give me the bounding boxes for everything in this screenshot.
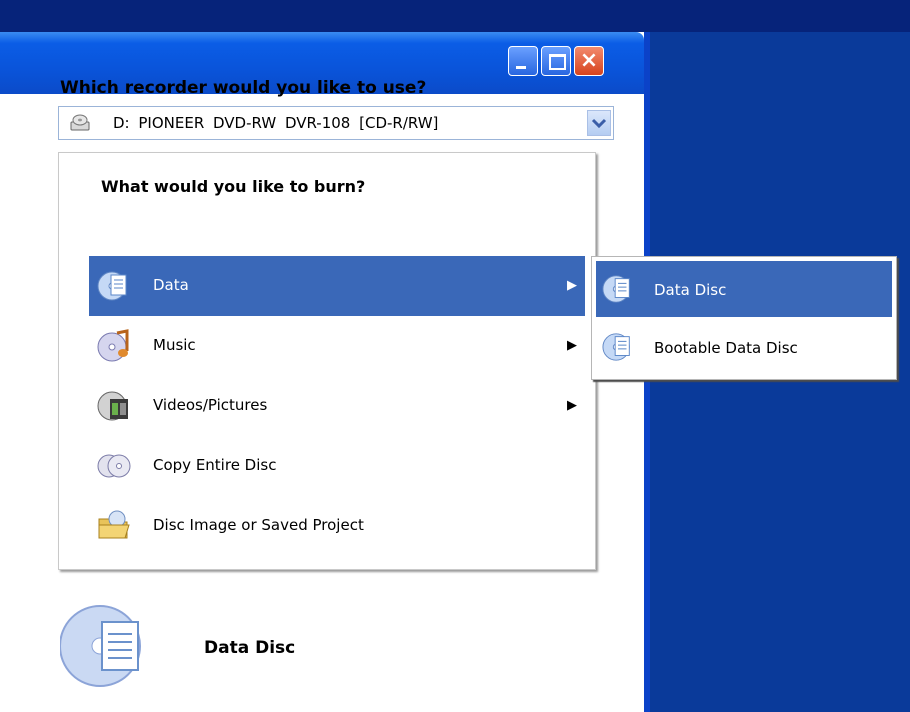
- menu-item-label: Copy Entire Disc: [153, 456, 277, 474]
- chevron-down-icon: [591, 118, 607, 129]
- maximize-button[interactable]: [541, 46, 571, 76]
- menu-item-data[interactable]: Data ▶: [89, 256, 585, 316]
- cd-drive-icon: [70, 114, 90, 131]
- recorder-question: Which recorder would you like to use?: [60, 78, 427, 98]
- music-icon: [97, 329, 129, 362]
- data-disc-icon: [602, 333, 630, 361]
- menu-item-label: Disc Image or Saved Project: [153, 516, 364, 534]
- submenu-item-label: Data Disc: [654, 281, 727, 299]
- burn-type-menu: What would you like to burn? Data ▶ Musi…: [58, 152, 596, 570]
- recorder-select[interactable]: D: PIONEER DVD-RW DVR-108 [CD-R/RW]: [58, 106, 614, 140]
- menu-item-videos-pictures[interactable]: Videos/Pictures ▶: [89, 376, 585, 436]
- menu-item-label: Data: [153, 276, 189, 294]
- menu-item-copy-entire-disc[interactable]: Copy Entire Disc: [89, 436, 585, 496]
- maximize-icon: [549, 54, 566, 70]
- data-disc-icon: [602, 275, 630, 303]
- desktop-background: [0, 0, 910, 32]
- menu-item-label: Music: [153, 336, 196, 354]
- close-icon: ×: [579, 48, 599, 73]
- submenu-arrow-icon: ▶: [567, 398, 577, 413]
- recorder-value: D: PIONEER DVD-RW DVR-108 [CD-R/RW]: [113, 114, 439, 132]
- menu-item-label: Videos/Pictures: [153, 396, 268, 414]
- burn-menu-heading: What would you like to burn?: [101, 177, 366, 196]
- data-submenu: Data Disc Bootable Data Disc: [591, 256, 897, 380]
- recorder-dropdown-button[interactable]: [587, 110, 611, 136]
- folder-icon: [98, 510, 130, 539]
- close-button[interactable]: ×: [574, 46, 604, 76]
- submenu-item-data-disc[interactable]: Data Disc: [596, 261, 892, 317]
- submenu-item-bootable-data-disc[interactable]: Bootable Data Disc: [596, 319, 892, 375]
- menu-item-music[interactable]: Music ▶: [89, 316, 585, 376]
- data-disc-icon: [60, 605, 141, 687]
- minimize-button[interactable]: [508, 46, 538, 76]
- copy-disc-icon: [97, 454, 131, 478]
- minimize-icon: [516, 66, 526, 69]
- menu-item-disc-image[interactable]: Disc Image or Saved Project: [89, 496, 585, 556]
- selected-burn-type-label: Data Disc: [204, 638, 296, 658]
- submenu-item-label: Bootable Data Disc: [654, 339, 798, 357]
- submenu-arrow-icon: ▶: [567, 278, 577, 293]
- submenu-arrow-icon: ▶: [567, 338, 577, 353]
- video-icon: [97, 391, 128, 421]
- data-disc-icon: [97, 271, 127, 301]
